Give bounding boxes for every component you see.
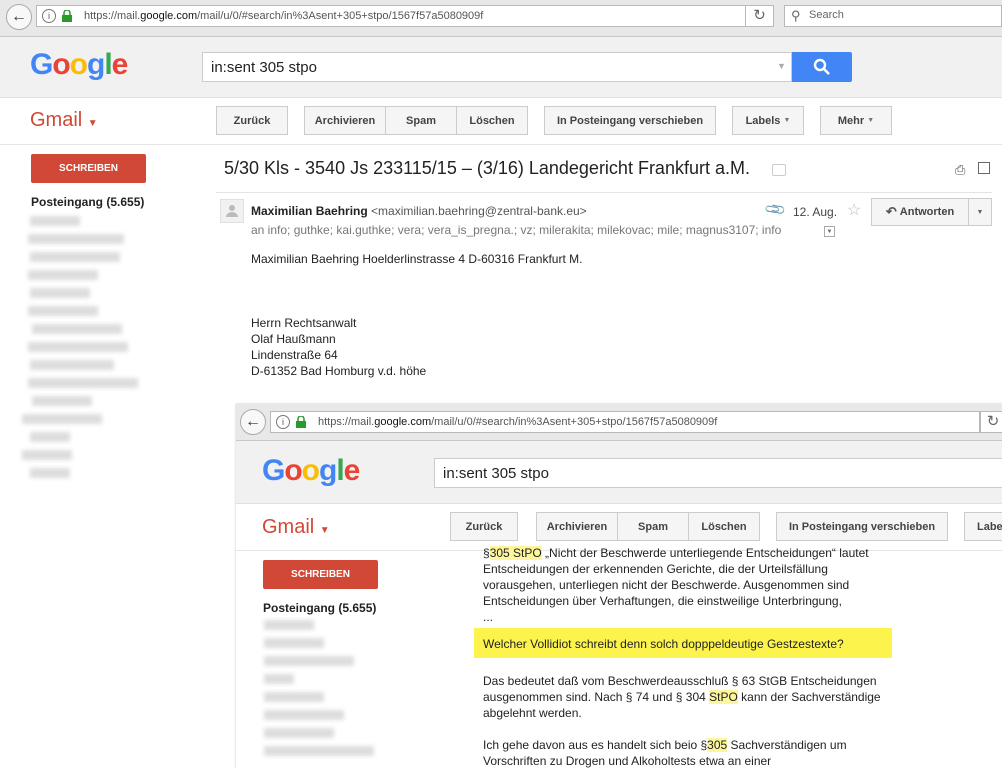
search-button[interactable] xyxy=(792,52,852,82)
logo-letter: l xyxy=(104,48,112,81)
sender[interactable]: Maximilian Baehring <maximilian.baehring… xyxy=(251,204,587,218)
star-icon[interactable]: ☆ xyxy=(847,200,861,220)
gmail-dropdown-icon: ▼ xyxy=(87,118,98,129)
inner-paragraph-line: Ich gehe davon aus es handelt sich beio … xyxy=(483,738,847,752)
divider xyxy=(216,192,992,193)
inner-spam-button: Spam xyxy=(617,512,689,541)
delete-button[interactable]: Löschen xyxy=(456,106,528,135)
inner-labels-button: Labe xyxy=(964,512,1002,541)
inner-lock-icon xyxy=(296,415,306,428)
labels-dropdown-icon: ▼ xyxy=(783,117,791,124)
logo-letter: g xyxy=(319,454,337,487)
archive-button[interactable]: Archivieren xyxy=(304,106,386,135)
magnifier-icon: ⚲ xyxy=(791,8,801,23)
embedded-screenshot: ← i https://mail.google.com/mail/u/0/#se… xyxy=(236,404,1002,768)
inner-paragraph-line: vorausgehen, unterliegen nicht der Besch… xyxy=(483,578,850,592)
body-line: Olaf Haußmann xyxy=(251,332,336,346)
lock-icon xyxy=(62,9,72,22)
reply-button[interactable]: ↶ Antworten xyxy=(871,198,969,226)
avatar[interactable] xyxy=(220,199,244,223)
search-query-text: in:sent 305 stpo xyxy=(211,59,317,76)
inner-paragraph-line: ausgenommen sind. Nach § 74 und § 304 St… xyxy=(483,690,881,704)
logo-letter: G xyxy=(262,454,285,487)
inner-paragraph-line: Das bedeutet daß vom Beschwerdeausschluß… xyxy=(483,674,877,688)
inner-google-logo: Google xyxy=(262,454,361,488)
more-button[interactable]: Mehr ▼ xyxy=(820,106,892,135)
back-button[interactable]: Zurück xyxy=(216,106,288,135)
inner-back-button: Zurück xyxy=(450,512,518,541)
print-icon[interactable]: ⎙ xyxy=(955,162,965,178)
email-date: 12. Aug. xyxy=(793,205,838,219)
divider xyxy=(0,144,1002,145)
body-sender-address: Maximilian Baehring Hoelderlinstrasse 4 … xyxy=(251,252,583,266)
inner-paragraph-line: ... xyxy=(483,610,494,624)
logo-letter: o xyxy=(284,454,302,487)
spam-button[interactable]: Spam xyxy=(385,106,457,135)
inner-info-icon: i xyxy=(276,415,290,429)
info-icon[interactable]: i xyxy=(42,9,56,23)
reply-options-icon[interactable]: ▼ xyxy=(968,198,992,226)
body-line: D-61352 Bad Homburg v.d. höhe xyxy=(251,364,427,378)
recipients-expand-icon[interactable]: ▼ xyxy=(824,226,835,237)
browser-search-placeholder: Search xyxy=(809,9,844,21)
inner-delete-button: Löschen xyxy=(688,512,760,541)
inner-url-text: https://mail.google.com/mail/u/0/#search… xyxy=(318,413,918,431)
reload-icon[interactable]: ↻ xyxy=(746,5,774,27)
inner-sidebar-labels-blurred xyxy=(262,618,392,768)
inner-paragraph-line: §305 StPO „Nicht der Beschwerde unterlie… xyxy=(483,546,869,560)
search-options-icon[interactable]: ▼ xyxy=(777,61,786,71)
sidebar-labels-blurred xyxy=(22,212,152,482)
back-arrow-icon[interactable]: ← xyxy=(6,4,32,30)
logo-letter: e xyxy=(111,48,129,81)
logo-letter: o xyxy=(52,48,70,81)
label-tag-icon[interactable] xyxy=(772,164,786,176)
logo-letter: e xyxy=(343,454,361,487)
gmail-search-input[interactable]: in:sent 305 stpo ▼ xyxy=(202,52,792,82)
inner-compose-button: SCHREIBEN xyxy=(263,560,378,589)
inner-inbox-link: Posteingang (5.655) xyxy=(263,601,377,615)
logo-letter: o xyxy=(69,48,88,81)
logo-letter: g xyxy=(87,48,105,81)
reply-arrow-icon: ↶ xyxy=(885,204,897,219)
inner-search-query: in:sent 305 stpo xyxy=(443,465,549,482)
browser-search-field[interactable]: ⚲ Search xyxy=(784,5,1002,27)
sender-name: Maximilian Baehring xyxy=(251,204,368,218)
body-line: Lindenstraße 64 xyxy=(251,348,338,362)
inner-paragraph-line: Vorschriften zu Drogen und Alkoholtests … xyxy=(483,754,772,768)
attachment-icon: 📎 xyxy=(763,197,788,221)
move-to-inbox-button[interactable]: In Posteingang verschieben xyxy=(544,106,716,135)
inner-archive-button: Archivieren xyxy=(536,512,618,541)
email-subject: 5/30 Kls - 3540 Js 233115/15 – (3/16) La… xyxy=(224,158,750,178)
inner-paragraph-line: Entscheidungen der erkennenden Gerichte,… xyxy=(483,562,828,576)
recipients: an info; guthke; kai.guthke; vera; vera_… xyxy=(251,223,782,237)
inner-back-arrow-icon: ← xyxy=(240,409,266,435)
more-dropdown-icon: ▼ xyxy=(867,117,875,124)
inner-move-to-inbox-button: In Posteingang verschieben xyxy=(776,512,948,541)
highlighted-question: Welcher Vollidiot schreibt denn solch do… xyxy=(474,628,892,658)
logo-letter: l xyxy=(336,454,344,487)
inner-gmail-label: Gmail ▼ xyxy=(262,516,330,538)
gmail-label[interactable]: Gmail ▼ xyxy=(30,109,98,132)
url-text: https://mail.google.com/mail/u/0/#search… xyxy=(84,7,684,25)
new-window-icon[interactable] xyxy=(978,162,990,174)
google-logo[interactable]: Google xyxy=(30,48,129,82)
body-line: Herrn Rechtsanwalt xyxy=(251,316,357,330)
logo-letter: o xyxy=(301,454,320,487)
labels-button[interactable]: Labels ▼ xyxy=(732,106,804,135)
inner-paragraph-line: abgelehnt werden. xyxy=(483,706,582,720)
sender-email: <maximilian.baehring@zentral-bank.eu> xyxy=(371,204,587,218)
inner-paragraph-line: Entscheidungen über Verhaftungen, die ei… xyxy=(483,594,842,608)
inbox-link[interactable]: Posteingang (5.655) xyxy=(31,195,144,209)
inner-search-input: in:sent 305 stpo xyxy=(434,458,1002,488)
question-text: Welcher Vollidiot schreibt denn solch do… xyxy=(483,637,844,651)
logo-letter: G xyxy=(30,48,53,81)
inner-reload-icon: ↻ xyxy=(980,411,1002,433)
compose-button[interactable]: SCHREIBEN xyxy=(31,154,146,183)
